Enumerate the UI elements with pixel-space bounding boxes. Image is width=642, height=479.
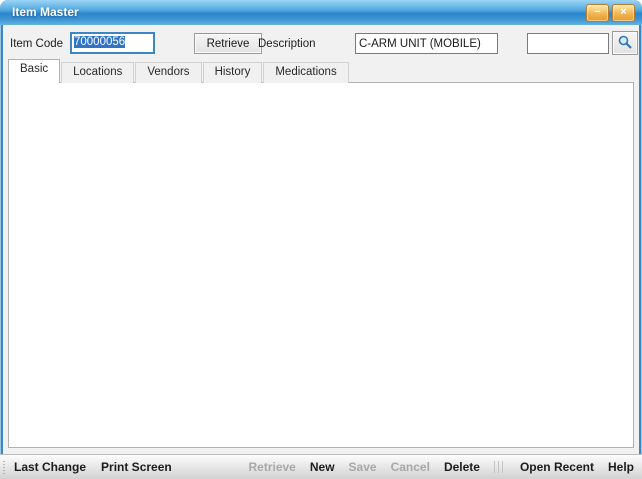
item-code-label: Item Code [10, 38, 63, 50]
titlebar[interactable]: Item Master − × [0, 0, 642, 25]
last-change-button[interactable]: Last Change [14, 460, 86, 474]
tab-vendors[interactable]: Vendors [135, 62, 201, 83]
tab-basic[interactable]: Basic [8, 59, 60, 83]
description-input[interactable] [355, 33, 498, 54]
tab-history[interactable]: History [203, 62, 263, 83]
new-action[interactable]: New [310, 460, 335, 474]
close-icon: × [620, 6, 626, 18]
search-button[interactable] [612, 31, 638, 55]
window-title: Item Master [12, 5, 79, 19]
minimize-button[interactable]: − [586, 4, 609, 22]
item-code-selected-text: 70000056 [74, 36, 125, 48]
item-code-input[interactable]: 70000056 [70, 32, 155, 54]
tab-strip: Basic Locations Vendors History Medicati… [8, 61, 350, 83]
item-master-window: Item Master − × Item Code 70000056 Retri… [0, 0, 642, 479]
help-button[interactable]: Help [608, 460, 634, 474]
save-action: Save [349, 460, 377, 474]
cancel-action: Cancel [391, 460, 430, 474]
description-label: Description [258, 38, 316, 50]
retrieve-button[interactable]: Retrieve [194, 33, 262, 54]
retrieve-action: Retrieve [248, 460, 295, 474]
tab-locations[interactable]: Locations [61, 62, 134, 83]
quick-search-input[interactable] [527, 33, 609, 54]
statusbar-separator-icon [494, 461, 506, 473]
open-recent-button[interactable]: Open Recent [520, 460, 594, 474]
print-screen-button[interactable]: Print Screen [101, 460, 172, 474]
close-button[interactable]: × [612, 4, 635, 22]
status-bar: Last Change Print Screen Retrieve New Sa… [0, 454, 642, 479]
minimize-icon: − [594, 6, 600, 18]
statusbar-grip-icon [3, 460, 5, 474]
tab-medications[interactable]: Medications [263, 62, 348, 83]
basic-tab-panel [8, 82, 634, 448]
search-icon [617, 34, 633, 53]
delete-action[interactable]: Delete [444, 460, 480, 474]
